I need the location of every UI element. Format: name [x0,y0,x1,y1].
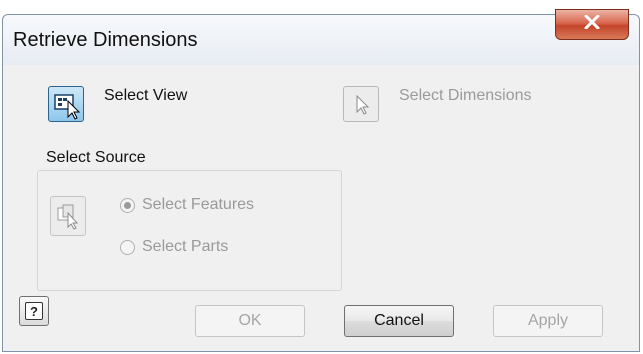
help-icon: ? [25,302,43,320]
close-button[interactable] [555,9,629,40]
close-x-icon [584,14,600,34]
dialog-body: Select View Select Dimensions Select Sou… [10,65,632,344]
radio-button-checked[interactable] [120,197,135,213]
radio-select-features[interactable]: Select Features [120,196,254,214]
select-view-label: Select View [104,87,188,104]
select-source-button[interactable] [50,196,86,236]
select-view-button[interactable] [48,86,84,122]
help-button[interactable]: ? [19,296,49,326]
select-parts-label: Select Parts [142,238,229,255]
select-source-icon [51,204,85,239]
retrieve-dimensions-dialog: Retrieve Dimensions Select View Select D… [2,9,640,352]
ok-button[interactable]: OK [195,305,305,337]
title-bar[interactable]: Retrieve Dimensions [3,9,639,65]
select-dimensions-button[interactable] [343,86,379,122]
select-view-icon [49,94,83,125]
dialog-title: Retrieve Dimensions [13,29,198,51]
select-dimensions-label: Select Dimensions [399,87,532,104]
select-features-label: Select Features [142,196,255,213]
select-source-title: Select Source [42,149,150,167]
radio-button-unchecked[interactable] [120,239,135,255]
radio-select-parts[interactable]: Select Parts [120,238,228,256]
cursor-arrow-icon [344,94,378,125]
apply-button[interactable]: Apply [493,305,603,337]
cancel-button[interactable]: Cancel [344,305,454,337]
